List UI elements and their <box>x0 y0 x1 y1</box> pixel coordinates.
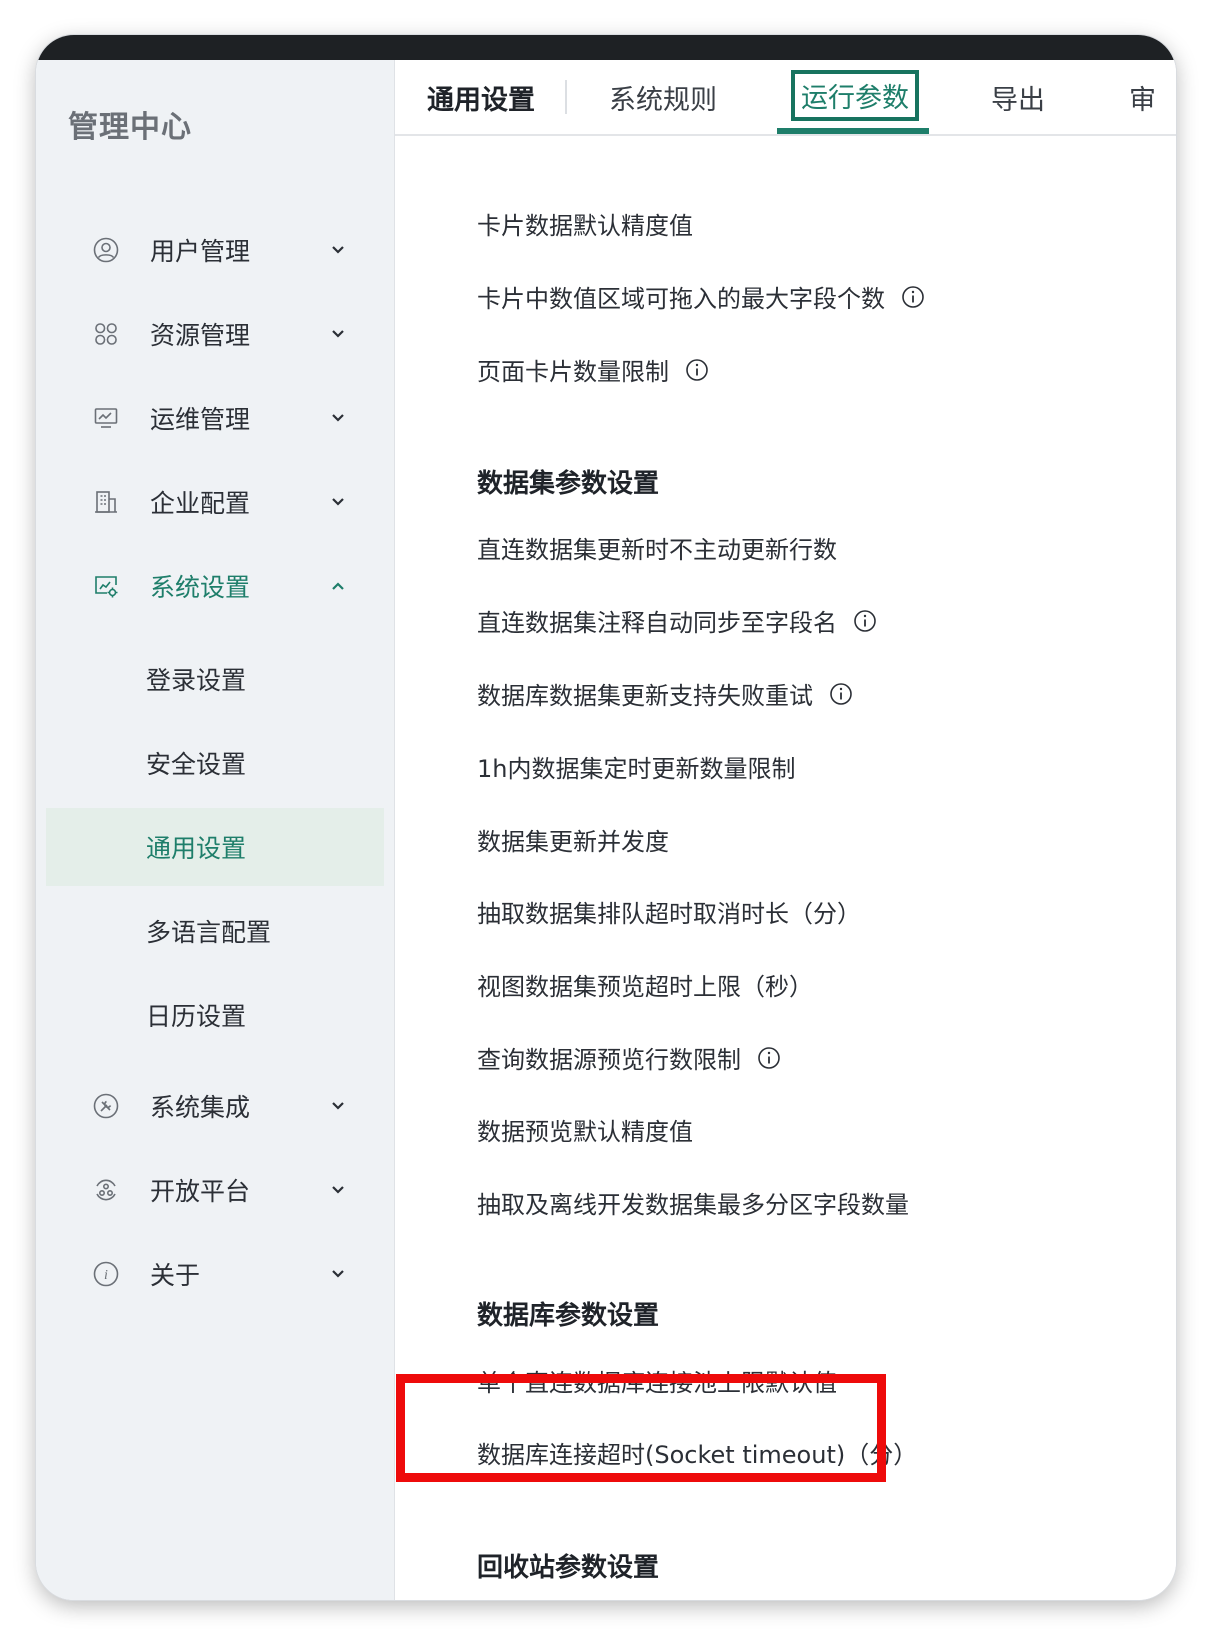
info-icon[interactable] <box>853 609 877 633</box>
app-window: 管理中心 用户管理 资源管理 运维管理 企业配置 系统设置 登录设置 安全设置 … <box>36 35 1176 1600</box>
tab-export[interactable]: 导出 <box>991 78 1045 117</box>
grid-icon <box>91 319 121 349</box>
menu-item-label: 运维管理 <box>150 405 251 434</box>
submenu-item-security-settings[interactable]: 安全设置 <box>46 724 384 802</box>
param-label: 卡片数据默认精度值 <box>477 212 693 240</box>
param-row: 数据库数据集更新支持失败重试 <box>477 676 853 711</box>
building-icon <box>91 487 121 517</box>
tab-runtime-parameters[interactable]: 运行参数 <box>791 70 919 121</box>
param-label: 直连数据集更新时不主动更新行数 <box>477 536 837 564</box>
user-circle-icon <box>91 235 121 265</box>
menu-item-open-platform[interactable]: 开放平台 <box>46 1158 384 1222</box>
chevron-down-icon <box>326 322 350 346</box>
sidebar: 管理中心 用户管理 资源管理 运维管理 企业配置 系统设置 登录设置 安全设置 … <box>36 60 395 1600</box>
info-icon[interactable] <box>685 358 709 382</box>
param-label: 查询数据源预览行数限制 <box>477 1046 741 1074</box>
param-label: 卡片中数值区域可拖入的最大字段个数 <box>477 285 885 313</box>
sidebar-title: 管理中心 <box>68 110 192 145</box>
submenu-item-calendar-settings[interactable]: 日历设置 <box>46 976 384 1054</box>
info-icon[interactable] <box>757 1046 781 1070</box>
chevron-down-icon <box>326 1178 350 1202</box>
menu-item-label: 系统设置 <box>150 573 251 602</box>
section-title-dataset: 数据集参数设置 <box>477 469 660 499</box>
submenu-item-label: 多语言配置 <box>146 918 272 947</box>
param-label: 数据预览默认精度值 <box>477 1118 693 1146</box>
menu-item-enterprise-config[interactable]: 企业配置 <box>46 470 384 534</box>
menu-item-user-management[interactable]: 用户管理 <box>46 218 384 282</box>
menu-item-label: 资源管理 <box>150 321 251 350</box>
tools-icon <box>91 1091 121 1121</box>
param-row: 直连数据集更新时不主动更新行数 <box>477 530 837 565</box>
tab-truncated[interactable]: 审 <box>1129 78 1156 117</box>
submenu-item-label: 日历设置 <box>146 1002 247 1031</box>
settings-list: ‾ ‾ ‾ ‾ ‾ ‾ ‾ ‾ ‾ ‾ 卡片数据默认精度值 卡片中数值区域可拖入… <box>395 60 1176 1600</box>
menu-item-system-settings[interactable]: 系统设置 <box>46 554 384 618</box>
param-label: 数据集更新并发度 <box>477 828 669 856</box>
section-title-recycle: 回收站参数设置 <box>477 1553 660 1583</box>
chevron-down-icon <box>326 490 350 514</box>
chevron-down-icon <box>326 1094 350 1118</box>
submenu-item-language-config[interactable]: 多语言配置 <box>46 892 384 970</box>
param-row: 直连数据集注释自动同步至字段名 <box>477 603 877 638</box>
section-title-database: 数据库参数设置 <box>477 1301 660 1331</box>
param-label: 1h内数据集定时更新数量限制 <box>477 755 796 783</box>
submenu-item-label: 通用设置 <box>146 834 247 863</box>
chevron-down-icon <box>326 238 350 262</box>
menu-item-label: 开放平台 <box>150 1177 251 1206</box>
chevron-down-icon <box>326 406 350 430</box>
active-tab-underline <box>777 128 929 134</box>
tab-system-rules[interactable]: 系统规则 <box>609 78 717 117</box>
tab-general-settings[interactable]: 通用设置 <box>427 78 535 117</box>
param-label: 抽取及离线开发数据集最多分区字段数量 <box>477 1191 909 1219</box>
submenu-item-label: 安全设置 <box>146 750 247 779</box>
param-label: 页面卡片数量限制 <box>477 358 669 386</box>
param-label: 直连数据集注释自动同步至字段名 <box>477 609 837 637</box>
info-icon: i <box>91 1259 121 1289</box>
menu-item-resource-management[interactable]: 资源管理 <box>46 302 384 366</box>
param-row: 卡片中数值区域可拖入的最大字段个数 <box>477 279 925 314</box>
param-row: 卡片数据默认精度值 <box>477 206 693 241</box>
param-row: 1h内数据集定时更新数量限制 <box>477 749 795 784</box>
submenu-item-general-settings[interactable]: 通用设置 <box>46 808 384 886</box>
chevron-up-icon <box>326 574 350 598</box>
submenu-item-label: 登录设置 <box>146 666 247 695</box>
param-label: 数据库数据集更新支持失败重试 <box>477 682 813 710</box>
svg-text:i: i <box>104 1268 108 1283</box>
open-platform-icon <box>91 1175 121 1205</box>
param-row: 查询数据源预览行数限制 <box>477 1040 781 1075</box>
menu-item-ops-management[interactable]: 运维管理 <box>46 386 384 450</box>
param-label: 抽取数据集排队超时取消时长（分） <box>477 900 861 928</box>
menu-item-label: 关于 <box>150 1261 201 1290</box>
chevron-down-icon <box>326 1262 350 1286</box>
param-row: 数据集更新并发度 <box>477 822 669 857</box>
info-icon[interactable] <box>901 285 925 309</box>
system-settings-icon <box>91 571 121 601</box>
submenu-item-login-settings[interactable]: 登录设置 <box>46 640 384 718</box>
info-icon[interactable] <box>829 682 853 706</box>
menu-item-label: 用户管理 <box>150 237 251 266</box>
param-row: 页面卡片数量限制 <box>477 352 709 387</box>
monitor-icon <box>91 403 121 433</box>
menu-item-label: 企业配置 <box>150 489 251 518</box>
tab-bar: 通用设置 系统规则 运行参数 导出 审 <box>395 60 1176 136</box>
highlight-box <box>396 1374 886 1482</box>
main-content: ‾ ‾ ‾ ‾ ‾ ‾ ‾ ‾ ‾ ‾ 卡片数据默认精度值 卡片中数值区域可拖入… <box>395 60 1176 1600</box>
param-row: 抽取数据集排队超时取消时长（分） <box>477 894 861 929</box>
menu-item-about[interactable]: i 关于 <box>46 1242 384 1306</box>
param-row: 抽取及离线开发数据集最多分区字段数量 <box>477 1185 909 1220</box>
param-row: 视图数据集预览超时上限（秒） <box>477 967 813 1002</box>
tab-divider <box>565 80 567 114</box>
menu-item-label: 系统集成 <box>150 1093 251 1122</box>
param-row: 数据预览默认精度值 <box>477 1112 693 1147</box>
menu-item-system-integration[interactable]: 系统集成 <box>46 1074 384 1138</box>
param-label: 视图数据集预览超时上限（秒） <box>477 973 813 1001</box>
